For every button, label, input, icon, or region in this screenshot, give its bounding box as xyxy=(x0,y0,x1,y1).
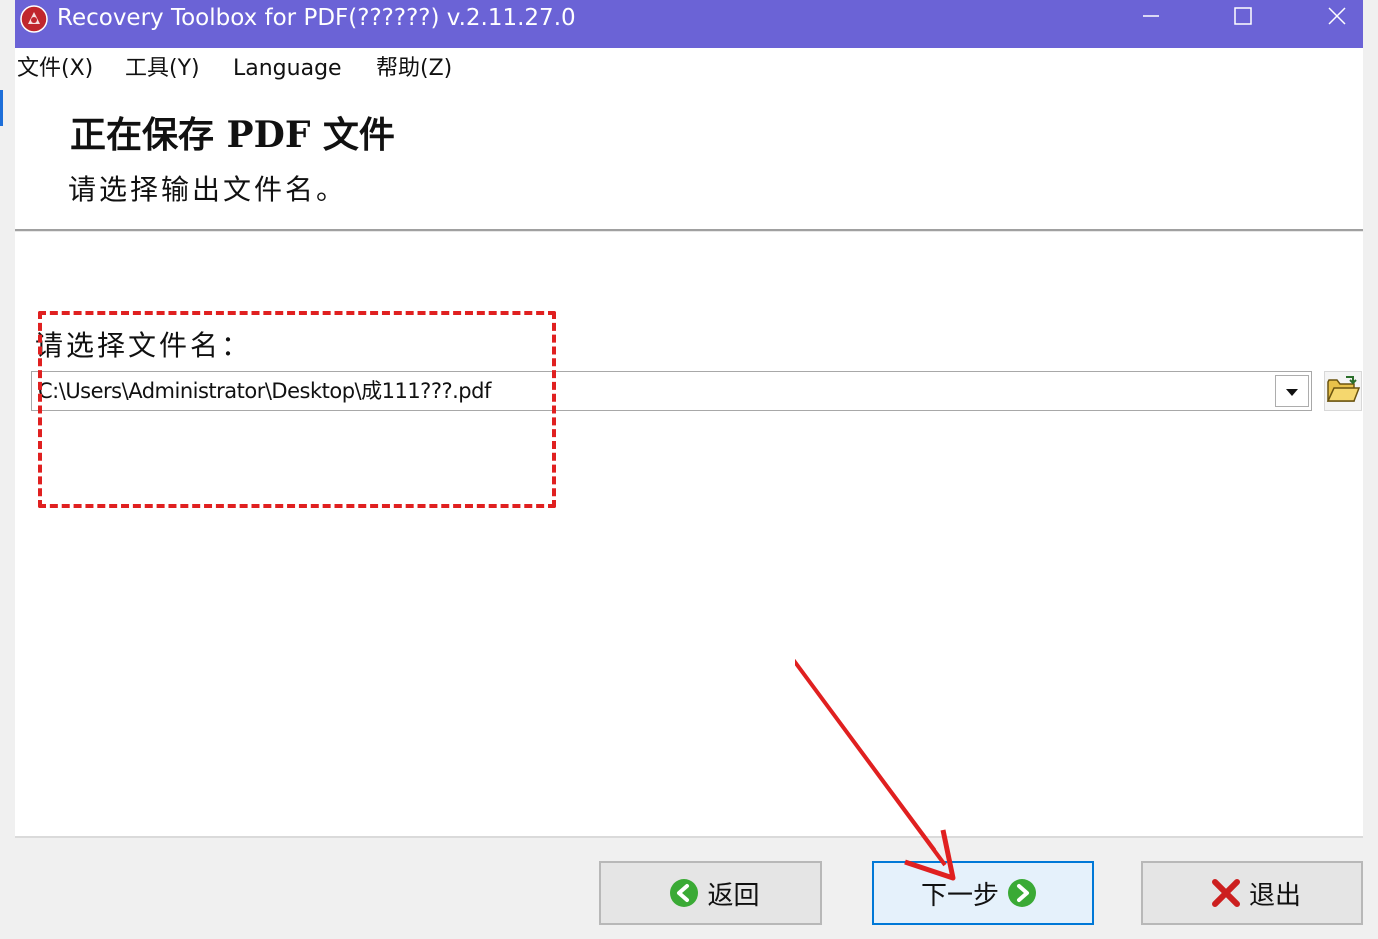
exit-button-label: 退出 xyxy=(1248,880,1301,911)
menu-help[interactable]: 帮助(Z) xyxy=(376,54,452,84)
page-subtitle: 请选择输出文件名。 xyxy=(68,173,348,206)
window-title: Recovery Toolbox for PDF(??????) v.2.11.… xyxy=(57,5,576,31)
close-icon xyxy=(1327,6,1347,30)
minimize-button[interactable] xyxy=(1105,0,1197,36)
browse-folder-button[interactable] xyxy=(1324,371,1362,411)
left-edge-accent xyxy=(0,90,3,126)
back-button[interactable]: 返回 xyxy=(599,861,822,925)
red-x-icon xyxy=(1211,878,1241,908)
app-logo-icon xyxy=(19,4,49,34)
app-window: Recovery Toolbox for PDF(??????) v.2.11.… xyxy=(15,0,1363,939)
menu-tools[interactable]: 工具(Y) xyxy=(125,54,200,84)
menu-bar: 文件(X) 工具(Y) Language 帮助(Z) xyxy=(15,48,1363,88)
arrow-left-circle-icon xyxy=(669,878,699,908)
arrow-right-circle-icon xyxy=(1007,878,1037,908)
annotation-arrow xyxy=(795,658,956,881)
close-button[interactable] xyxy=(1291,0,1378,36)
menu-language[interactable]: Language xyxy=(233,54,342,84)
dropdown-button[interactable] xyxy=(1275,375,1309,407)
wizard-header: 正在保存 PDF 文件 请选择输出文件名。 xyxy=(15,88,1363,230)
wizard-footer: 返回 下一步 退出 xyxy=(15,838,1363,939)
back-button-label: 返回 xyxy=(707,880,760,911)
open-folder-icon xyxy=(1326,374,1361,408)
chevron-down-icon xyxy=(1285,382,1299,401)
exit-button[interactable]: 退出 xyxy=(1141,861,1363,925)
minimize-icon xyxy=(1142,7,1160,29)
page-title: 正在保存 PDF 文件 xyxy=(70,114,395,156)
maximize-icon xyxy=(1234,7,1252,29)
title-bar[interactable]: Recovery Toolbox for PDF(??????) v.2.11.… xyxy=(15,0,1363,48)
maximize-button[interactable] xyxy=(1197,0,1289,36)
annotation-highlight-box xyxy=(38,311,556,508)
menu-file[interactable]: 文件(X) xyxy=(17,54,93,84)
